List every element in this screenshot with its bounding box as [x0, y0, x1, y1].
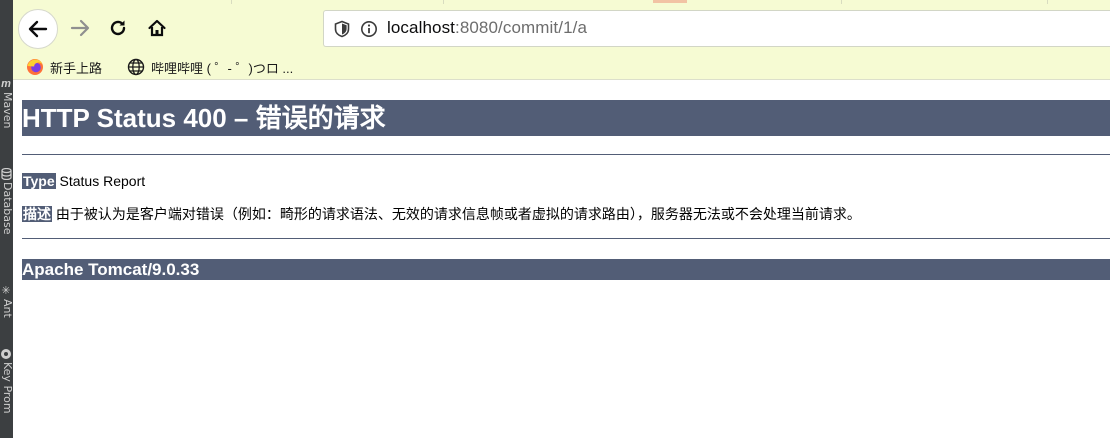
firefox-icon	[26, 58, 44, 76]
globe-icon	[127, 58, 145, 76]
bookmark-getting-started[interactable]: 新手上路	[26, 57, 102, 77]
reload-button[interactable]	[100, 10, 136, 46]
back-arrow-icon	[28, 20, 48, 38]
url-host: localhost	[387, 18, 455, 37]
forward-arrow-icon	[70, 19, 90, 37]
bookmark-label: 新手上路	[50, 60, 103, 76]
back-button[interactable]	[18, 9, 58, 49]
type-label: Type	[22, 173, 56, 189]
ide-tab-label: Maven	[1, 92, 13, 129]
description-label: 描述	[22, 206, 52, 222]
ide-tab-maven[interactable]: m Maven	[0, 78, 13, 148]
description-value: 由于被认为是客户端对错误（例如：畸形的请求语法、无效的请求信息帧或者虚拟的请求路…	[55, 206, 861, 222]
ide-tab-ant[interactable]: ✳ Ant	[0, 285, 13, 335]
divider	[22, 238, 1110, 239]
navigation-toolbar: localhost:8080/commit/1/a	[13, 0, 1110, 56]
bookmark-bilibili[interactable]: 哔哩哔哩 ( ゜- ゜)つロ ...	[127, 57, 293, 77]
description-row: 描述 由于被认为是客户端对错误（例如：畸形的请求语法、无效的请求信息帧或者虚拟的…	[22, 205, 861, 223]
ide-tab-label: Database	[1, 182, 13, 235]
type-value: Status Report	[59, 173, 146, 189]
url-path: :8080/commit/1/a	[455, 18, 587, 37]
forward-button[interactable]	[62, 10, 98, 46]
ide-tab-key-promoter[interactable]: Key Prom	[0, 348, 13, 438]
ant-icon: ✳	[1, 285, 11, 297]
url-text[interactable]: localhost:8080/commit/1/a	[387, 18, 587, 38]
home-icon	[147, 18, 167, 38]
type-row: Type Status Report	[22, 172, 145, 190]
ide-tab-label: Key Prom	[1, 362, 13, 414]
home-button[interactable]	[139, 10, 175, 46]
tab-strip	[13, 0, 1110, 4]
database-icon	[0, 167, 12, 181]
bookmarks-toolbar: 新手上路 哔哩哔哩 ( ゜- ゜)つロ ...	[13, 56, 1110, 80]
ide-tab-database[interactable]: Database	[0, 167, 13, 278]
browser-window: localhost:8080/commit/1/a 新手上路 哔哩哔哩 ( ゜-…	[13, 0, 1110, 438]
ide-tab-label: Ant	[1, 299, 13, 318]
page-title: HTTP Status 400 – 错误的请求	[22, 100, 1110, 136]
tracking-shield-icon[interactable]	[333, 20, 351, 43]
server-info: Apache Tomcat/9.0.33	[22, 259, 1110, 280]
bookmark-label: 哔哩哔哩 ( ゜- ゜)つロ ...	[151, 60, 294, 76]
maven-icon: m	[1, 78, 11, 90]
site-info-icon[interactable]	[360, 20, 378, 43]
ide-tool-strip: m Maven Database ✳ Ant Key Prom	[0, 0, 13, 438]
url-bar[interactable]: localhost:8080/commit/1/a	[323, 10, 1110, 47]
reload-icon	[108, 18, 128, 38]
divider	[22, 154, 1110, 155]
key-promoter-icon	[0, 348, 12, 360]
